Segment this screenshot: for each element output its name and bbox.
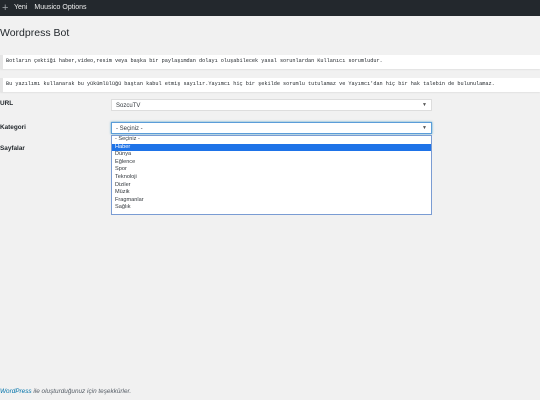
footer-text: WordPress ile oluşturduğunuz için teşekk… <box>0 388 131 395</box>
dropdown-option[interactable]: Dünya <box>112 151 431 159</box>
kategori-label: Kategori <box>0 124 26 131</box>
url-label: URL <box>0 100 14 107</box>
admin-bar: + Yeni Muusico Options <box>0 0 540 16</box>
muusico-options-menu-item[interactable]: Muusico Options <box>34 0 86 16</box>
dropdown-option[interactable]: Eğlence <box>112 159 431 167</box>
chevron-down-icon: ▼ <box>422 102 427 108</box>
dropdown-option[interactable]: Diziler <box>112 182 431 190</box>
url-select-value: SozcuTV <box>116 102 141 109</box>
dropdown-option[interactable]: Teknoloji <box>112 174 431 182</box>
kategori-select[interactable]: - Seçiniz - ▼ <box>111 122 432 134</box>
chevron-down-icon: ▼ <box>422 125 427 131</box>
notice-text: Botların çektiği haber,video,resim veya … <box>6 58 383 64</box>
dropdown-option[interactable]: Fragmanlar <box>112 197 431 205</box>
footer-thanks: ile oluşturduğunuz için teşekkürler. <box>31 388 132 395</box>
dropdown-option[interactable]: Haber <box>112 143 431 152</box>
notice-text: Bu yazılımı kullanarak bu yükümlülüğü ba… <box>6 81 495 87</box>
kategori-select-value: - Seçiniz - <box>116 125 143 132</box>
notice-legal-2: Bu yazılımı kullanarak bu yükümlülüğü ba… <box>0 78 540 92</box>
kategori-dropdown-list[interactable]: - Seçiniz - Haber Dünya Eğlence Spor Teknoloj… <box>111 135 432 215</box>
url-select[interactable]: SozcuTV ▼ <box>111 99 432 111</box>
wordpress-link[interactable]: WordPress <box>0 388 32 395</box>
sayfalar-label: Sayfalar <box>0 145 25 152</box>
dropdown-option[interactable]: Sağlık <box>112 204 431 212</box>
notice-legal-1: Botların çektiği haber,video,resim veya … <box>0 55 540 69</box>
dropdown-option[interactable]: Spor <box>112 166 431 174</box>
page-title: Wordpress Bot <box>0 27 70 39</box>
plus-icon[interactable]: + <box>2 0 10 16</box>
dropdown-option[interactable]: - Seçiniz - <box>112 136 431 144</box>
dropdown-option[interactable]: Müzik <box>112 189 431 197</box>
new-menu-item[interactable]: Yeni <box>14 0 27 16</box>
